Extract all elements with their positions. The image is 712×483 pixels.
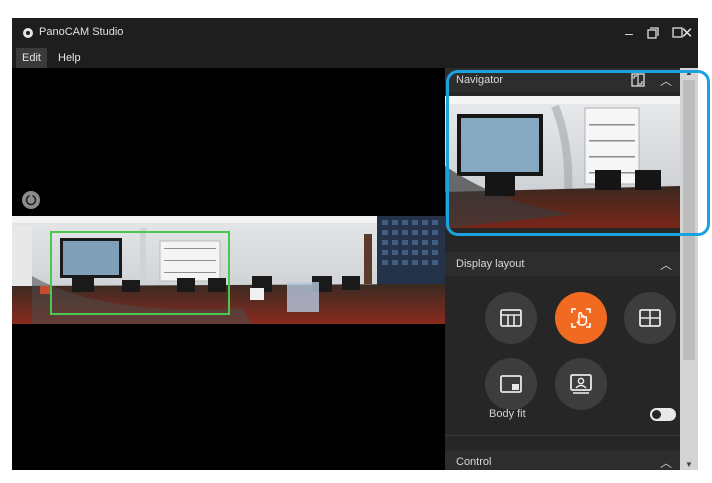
gear-logo-icon — [23, 28, 33, 38]
body-fit-label: Body fit — [489, 408, 526, 420]
hand-pointer-layout-icon — [571, 308, 591, 328]
layout-presenter-button[interactable] — [555, 358, 607, 410]
close-icon: ✕ — [680, 25, 694, 42]
chevron-up-icon[interactable]: ︿ — [660, 454, 672, 470]
body-fit-toggle[interactable] — [650, 408, 676, 421]
control-title: Control — [456, 456, 492, 468]
compact-view-icon — [647, 27, 659, 39]
navigator-selection-box[interactable] — [50, 231, 230, 315]
display-layout-title: Display layout — [456, 258, 525, 270]
three-panel-layout-icon — [500, 309, 522, 327]
layout-four-grid-button[interactable] — [624, 292, 676, 344]
navigator-highlight-callout — [446, 70, 710, 236]
rotate-icon — [25, 194, 37, 206]
layout-hand-pointer-button[interactable] — [555, 292, 607, 344]
close-button[interactable]: ✕ — [676, 22, 698, 44]
four-grid-layout-icon — [639, 309, 661, 327]
scroll-down-icon[interactable]: ▼ — [680, 460, 698, 470]
menu-help[interactable]: Help — [52, 48, 87, 68]
panorama-viewport[interactable] — [12, 68, 445, 470]
display-layout-header[interactable]: Display layout ︿ — [445, 252, 680, 276]
control-header[interactable]: Control ︿ — [445, 450, 680, 470]
chevron-up-icon[interactable]: ︿ — [660, 256, 672, 273]
panorama-strip[interactable] — [12, 216, 445, 324]
app-title: PanoCAM Studio — [39, 26, 124, 38]
layout-three-panel-button[interactable] — [485, 292, 537, 344]
picture-in-picture-layout-icon — [500, 375, 522, 393]
minimize-button[interactable]: – — [618, 22, 640, 44]
compact-view-button[interactable] — [642, 22, 664, 44]
section-divider — [445, 435, 680, 436]
rotate-view-button[interactable] — [22, 191, 40, 209]
menu-edit[interactable]: Edit — [16, 48, 47, 68]
toggle-knob — [652, 410, 661, 419]
menu-bar: Edit Help — [12, 48, 698, 68]
presenter-layout-icon — [570, 374, 592, 394]
layout-picture-in-picture-button[interactable] — [485, 358, 537, 410]
title-bar: PanoCAM Studio – ✕ — [12, 18, 698, 48]
minimize-icon: – — [625, 25, 633, 41]
